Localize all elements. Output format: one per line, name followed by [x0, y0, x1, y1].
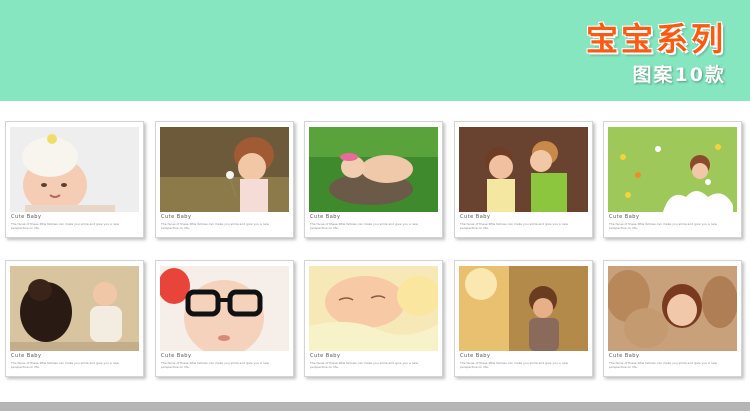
- card-caption-title: Cute Baby: [460, 353, 491, 359]
- toddler-in-sunlight-photo: [459, 266, 588, 351]
- boy-kissing-girl-photo: [459, 127, 588, 212]
- product-card-2[interactable]: Cute Baby The faces of these little fell…: [155, 121, 294, 238]
- card-caption-text: The faces of these little fellows can ma…: [609, 361, 717, 369]
- child-in-flower-meadow-photo: [608, 127, 737, 212]
- product-card-1[interactable]: Cute Baby The faces of these little fell…: [5, 121, 144, 238]
- card-caption-text: The faces of these little fellows can ma…: [460, 361, 568, 369]
- header-banner: 宝宝系列 图案10款: [0, 0, 750, 101]
- card-caption-title: Cute Baby: [310, 214, 341, 220]
- product-card-10[interactable]: Cute Baby The faces of these little fell…: [603, 260, 742, 377]
- product-card-4[interactable]: Cute Baby The faces of these little fell…: [454, 121, 593, 238]
- page-subtitle: 图案10款: [632, 64, 726, 86]
- card-caption-title: Cute Baby: [161, 353, 192, 359]
- bottom-divider: [0, 402, 750, 411]
- card-caption-text: The faces of these little fellows can ma…: [161, 222, 269, 230]
- card-caption-text: The faces of these little fellows can ma…: [460, 222, 568, 230]
- baby-with-glasses-photo: [160, 266, 289, 351]
- product-card-5[interactable]: Cute Baby The faces of these little fell…: [603, 121, 742, 238]
- product-card-9[interactable]: Cute Baby The faces of these little fell…: [454, 260, 593, 377]
- card-caption-text: The faces of these little fellows can ma…: [11, 361, 119, 369]
- page-title: 宝宝系列: [585, 20, 726, 58]
- product-card-6[interactable]: Cute Baby The faces of these little fell…: [5, 260, 144, 377]
- curly-girl-blowing-dandelion-photo: [160, 127, 289, 212]
- card-caption-title: Cute Baby: [161, 214, 192, 220]
- product-card-3[interactable]: Cute Baby The faces of these little fell…: [304, 121, 443, 238]
- baby-in-knit-hat-photo: [10, 127, 139, 212]
- card-caption-text: The faces of these little fellows can ma…: [11, 222, 119, 230]
- card-caption-text: The faces of these little fellows can ma…: [161, 361, 269, 369]
- product-card-7[interactable]: Cute Baby The faces of these little fell…: [155, 260, 294, 377]
- card-caption-title: Cute Baby: [609, 353, 640, 359]
- girl-with-teddy-bears-photo: [608, 266, 737, 351]
- card-caption-text: The faces of these little fellows can ma…: [609, 222, 717, 230]
- sleeping-baby-yellow-blanket-photo: [309, 266, 438, 351]
- card-caption-text: The faces of these little fellows can ma…: [310, 222, 418, 230]
- product-card-8[interactable]: Cute Baby The faces of these little fell…: [304, 260, 443, 377]
- baby-with-dog-photo: [10, 266, 139, 351]
- card-caption-title: Cute Baby: [11, 214, 42, 220]
- sleeping-baby-on-grass-photo: [309, 127, 438, 212]
- card-caption-text: The faces of these little fellows can ma…: [310, 361, 418, 369]
- card-caption-title: Cute Baby: [609, 214, 640, 220]
- card-caption-title: Cute Baby: [310, 353, 341, 359]
- card-caption-title: Cute Baby: [460, 214, 491, 220]
- card-caption-title: Cute Baby: [11, 353, 42, 359]
